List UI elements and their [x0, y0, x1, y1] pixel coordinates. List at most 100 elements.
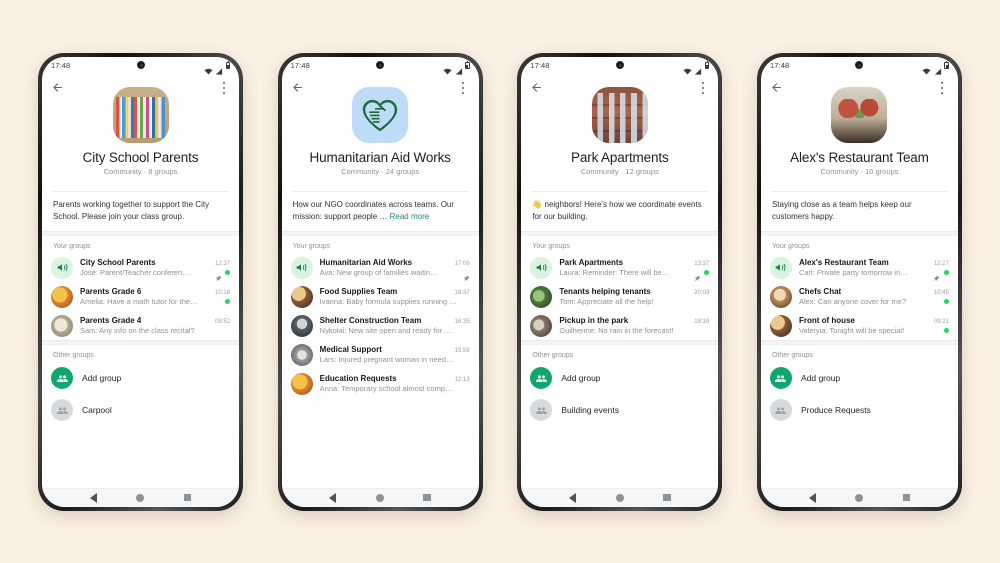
android-navigation-bar [281, 487, 479, 507]
row-content: Education Requests 12:13 Anna: Temporary s… [320, 374, 470, 394]
status-icons [683, 61, 710, 75]
back-nav-icon[interactable] [329, 492, 337, 503]
group-name: Food Supplies Team [319, 286, 398, 296]
row-preview-line: Lars: Injured pregnant woman in need… [320, 355, 470, 364]
message-time: 17:06 [454, 260, 470, 267]
table-row[interactable]: Chefs Chat 10:45 Alex: Can anyone cover fo… [761, 282, 958, 311]
group-name: Medical Support [319, 344, 382, 354]
status-icons [204, 61, 230, 75]
row-content: Park Apartments 13:37 Laura: Reminder: The… [559, 257, 710, 282]
row-title-line: Medical Support 15:59 [320, 345, 470, 354]
list-item[interactable]: Carpool [42, 394, 239, 426]
announcement-icon [769, 256, 792, 279]
status-bar: 17:48 [521, 56, 719, 75]
menu-dot [222, 81, 225, 84]
home-nav-icon[interactable] [855, 493, 864, 502]
table-row[interactable]: City School Parents 12:37 José: Parent/Tea… [42, 253, 239, 282]
list-item[interactable]: Add group [521, 362, 718, 394]
list-item[interactable]: Building events [521, 394, 718, 426]
group-name: Humanitarian Aid Works [319, 257, 413, 267]
battery-icon [944, 61, 949, 70]
android-navigation-bar [521, 487, 719, 507]
list-item[interactable]: Add group [42, 362, 239, 394]
menu-dot [701, 81, 704, 84]
back-nav-icon[interactable] [569, 492, 577, 503]
message-time: 10:18 [214, 289, 230, 296]
table-row[interactable]: Tenants helping tenants 20:03 Tom: Appreci… [521, 282, 718, 311]
group-icon [769, 399, 792, 422]
back-nav-icon[interactable] [808, 492, 816, 503]
row-preview-line: Sam: Any info on the class recital? [80, 326, 230, 335]
list-item[interactable]: Produce Requests [761, 394, 958, 426]
table-row[interactable]: Parents Grade 6 10:18 Amelia: Have a math … [42, 282, 239, 311]
message-preview: Lars: Injured pregnant woman in need… [319, 355, 454, 365]
avatar [530, 314, 553, 337]
message-preview: Sam: Any info on the class recital? [80, 326, 195, 336]
unread-indicator [943, 270, 949, 276]
row-preview-line: Nykolai: New site open and ready for … [320, 326, 470, 335]
row-preview-line: Alex: Can anyone cover for me? [799, 297, 949, 306]
group-name: City School Parents [80, 257, 156, 267]
table-row[interactable]: Shelter Construction Team 16:35 Nykolai: N… [282, 311, 479, 340]
row-preview-line: Carl: Private party tomorrow in… [799, 268, 949, 282]
status-time: 17:48 [769, 61, 790, 70]
table-row[interactable]: Front of house 09:21 Valeryia: Tonight wil… [761, 311, 958, 340]
list-item[interactable]: Add group [761, 362, 958, 394]
row-content: Pickup in the park 18:18 Guilherme: No rai… [559, 316, 709, 336]
home-nav-icon[interactable] [615, 493, 624, 502]
group-name: Park Apartments [559, 257, 624, 267]
back-nav-icon[interactable] [89, 492, 97, 503]
message-time: 10:45 [933, 289, 949, 296]
status-time: 17:48 [530, 61, 550, 70]
table-row[interactable]: Humanitarian Aid Works 17:06 Ava: New grou… [282, 253, 479, 282]
group-icon [51, 399, 73, 422]
add-group-icon [530, 367, 553, 390]
table-row[interactable]: Food Supplies Team 18:37 Ivanna: Baby form… [282, 282, 479, 311]
message-time: 20:03 [694, 289, 710, 296]
table-row[interactable]: Education Requests 12:13 Anna: Temporary s… [282, 369, 479, 398]
home-nav-icon[interactable] [375, 493, 384, 502]
table-row[interactable]: Parents Grade 4 08:52 Sam: Any info on the… [42, 311, 239, 340]
row-preview-line: Ava: New group of families waitin… [319, 268, 470, 282]
unread-indicator [225, 270, 230, 276]
recents-nav-icon[interactable] [663, 493, 671, 502]
community-avatar [112, 86, 169, 143]
table-row[interactable]: Alex's Restaurant Team 12:27 Carl: Private… [761, 253, 958, 282]
community-header: City School Parents Community · 8 groups [42, 86, 239, 185]
phone-screen: 17:48 Park Apartments Community · 12 group… [521, 56, 719, 507]
community-description: How our NGO coordinates across teams. Ou… [282, 192, 479, 231]
group-name: Parents Grade 4 [80, 315, 142, 325]
table-row[interactable]: Medical Support 15:59 Lars: Injured pregna… [282, 340, 479, 369]
signal-icon [215, 62, 223, 75]
row-title-line: Tenants helping tenants 20:03 [559, 287, 709, 296]
add-group-icon [51, 367, 73, 390]
home-nav-icon[interactable] [136, 493, 145, 502]
row-title-line: Parents Grade 6 10:18 [80, 287, 230, 296]
table-row[interactable]: Pickup in the park 18:18 Guilherme: No rai… [521, 311, 718, 340]
pin-icon [694, 269, 701, 282]
groups-list: Your groups Park Apartments 13:37 Laura: Re… [521, 236, 719, 487]
recents-nav-icon[interactable] [423, 493, 431, 502]
phone-device-1: 17:48 City School Parents Community · 8 gr… [38, 52, 243, 511]
community-subtitle: Community · 8 groups [103, 167, 178, 176]
wifi-icon [683, 62, 692, 75]
recents-nav-icon[interactable] [902, 493, 911, 502]
phone-screen: 17:48 City School Parents Community · 8 gr… [42, 56, 239, 507]
message-time: 18:37 [454, 289, 470, 296]
menu-dot [462, 81, 465, 84]
community-avatar [831, 86, 888, 143]
message-preview: Laura: Reminder: There will be… [559, 268, 670, 278]
table-row[interactable]: Park Apartments 13:37 Laura: Reminder: The… [521, 253, 718, 282]
announcement-icon [51, 256, 73, 279]
message-preview: José: Parent/Teacher conferen… [80, 268, 190, 278]
recents-nav-icon[interactable] [183, 493, 192, 502]
message-preview: Ava: New group of families waitin… [319, 268, 438, 278]
group-name: Chefs Chat [798, 286, 842, 296]
message-time: 12:27 [933, 260, 949, 267]
your-groups-label: Your groups [532, 243, 570, 251]
group-icon [530, 399, 553, 422]
row-badges [463, 269, 470, 282]
read-more-link[interactable]: Read more [390, 212, 430, 221]
row-badges [943, 328, 949, 334]
battery-icon [465, 61, 470, 70]
